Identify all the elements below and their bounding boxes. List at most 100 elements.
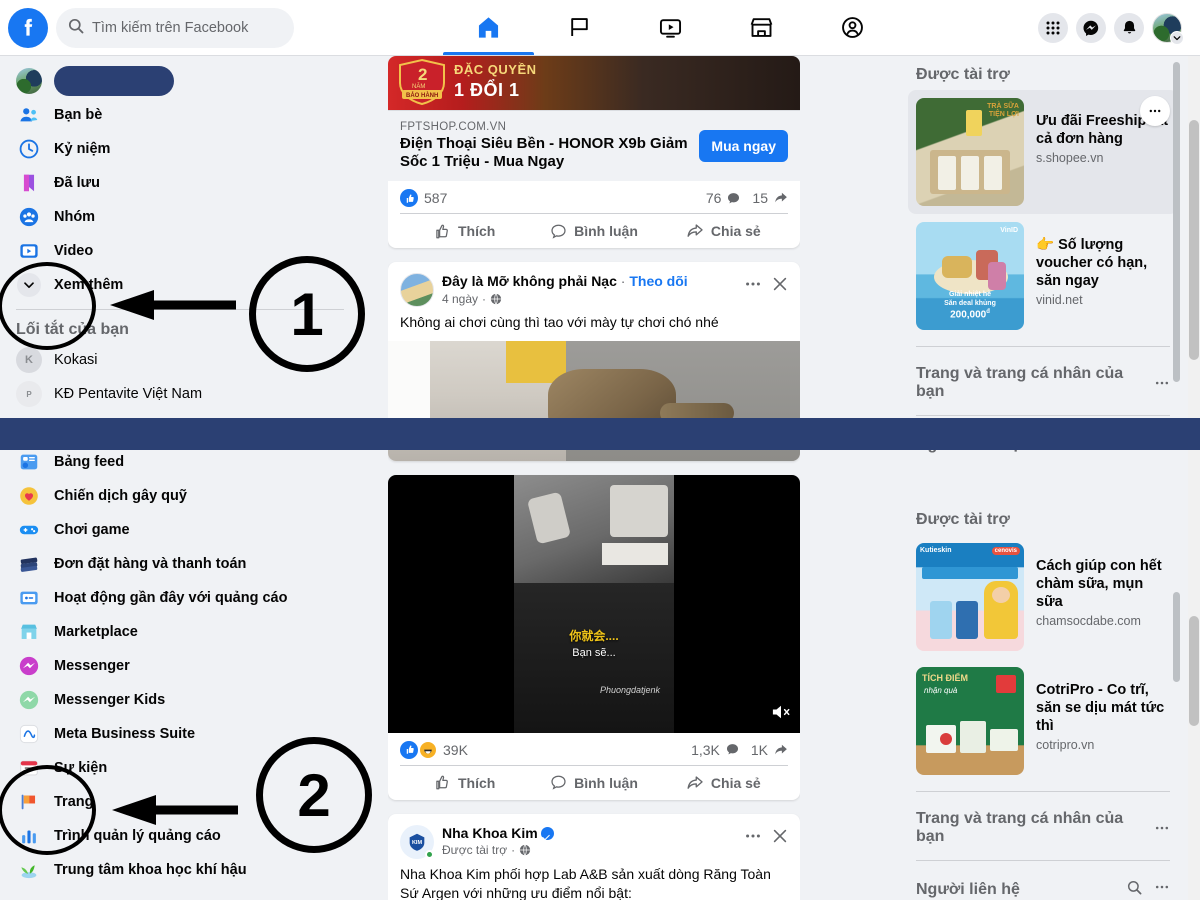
sidebar-label: Xem thêm: [54, 277, 124, 293]
sidebar-item-pages[interactable]: Trang: [8, 785, 352, 819]
bell-icon[interactable]: [1114, 12, 1144, 43]
sidebar-item-friends[interactable]: Bạn bè: [8, 98, 352, 132]
sidebar-item-climate-science-center[interactable]: Trung tâm khoa học khí hậu: [8, 853, 352, 887]
comment-count[interactable]: 1,3K: [691, 742, 720, 758]
browser-scrollbar-track[interactable]: [1188, 56, 1200, 900]
ellipsis-icon[interactable]: [1154, 879, 1170, 900]
right-sidebar-scrollbar[interactable]: [1173, 62, 1180, 382]
sidebar-item-groups[interactable]: Nhóm: [8, 200, 352, 234]
sidebar-item-see-more[interactable]: Xem thêm: [8, 268, 352, 302]
sidebar-item-ad-activity[interactable]: Hoạt động gần đây với quảng cáo: [8, 581, 352, 615]
comment-button[interactable]: Bình luận: [529, 214, 658, 248]
share-count[interactable]: 1K: [751, 742, 768, 758]
sidebar-ad-chamsocdabe[interactable]: Kutieskin cenovis Cách giúp con hết chàm…: [908, 535, 1178, 659]
sidebar-item-meta-business-suite[interactable]: Meta Business Suite: [8, 717, 352, 751]
reaction-summary[interactable]: 39K: [400, 740, 468, 759]
sidebar-label: Đã lưu: [54, 175, 100, 191]
ellipsis-icon[interactable]: [744, 827, 762, 849]
sidebar-shortcut-pentavite[interactable]: P KĐ Pentavite Việt Nam: [8, 377, 352, 411]
globe-icon: [490, 293, 502, 304]
sidebar-ad-cotripro[interactable]: TÍCH ĐIỂM nhận quà CotriPro - Co trĩ, să…: [908, 659, 1178, 783]
messenger-icon[interactable]: [1076, 12, 1106, 43]
sidebar-label: Hoạt động gần đây với quảng cáo: [54, 590, 288, 606]
sidebar-item-games[interactable]: Chơi game: [8, 513, 352, 547]
author-avatar[interactable]: [400, 273, 434, 307]
ellipsis-icon[interactable]: [1154, 375, 1170, 391]
mute-icon[interactable]: [770, 703, 792, 725]
ad-link-preview[interactable]: FPTSHOP.COM.VN Điện Thoại Siêu Bền - HON…: [388, 110, 800, 181]
video-caption-cn: 你就会....: [569, 628, 619, 643]
ellipsis-icon[interactable]: [744, 275, 762, 297]
ad-cta-button[interactable]: Mua ngay: [699, 130, 788, 162]
sidebar-item-saved[interactable]: Đã lưu: [8, 166, 352, 200]
sidebar-item-events[interactable]: Sự kiện: [8, 751, 352, 785]
sidebar-item-messenger-kids[interactable]: Messenger Kids: [8, 683, 352, 717]
reaction-summary[interactable]: 587: [400, 189, 447, 207]
avatar[interactable]: [1152, 12, 1184, 45]
video-frame: 你就会.... Bạn sẽ... Phuongdatjenk: [514, 474, 674, 733]
author-name[interactable]: Đây là Mỡ không phải Nạc: [442, 273, 617, 289]
follow-link[interactable]: Theo dõi: [629, 273, 687, 289]
comment-button[interactable]: Bình luận: [529, 766, 658, 800]
share-arrow-icon: [775, 192, 787, 203]
like-button[interactable]: Thích: [400, 214, 529, 248]
sidebar-item-video[interactable]: Video: [8, 234, 352, 268]
groups-icon: [16, 204, 42, 230]
share-button[interactable]: Chia sẻ: [659, 214, 788, 248]
tab-video[interactable]: [625, 0, 716, 55]
contacts-header-text: Người liên hệ: [916, 880, 1020, 898]
sidebar-item-orders[interactable]: Đơn đặt hàng và thanh toán: [8, 547, 352, 581]
sponsored-post-fptshop: 2 NĂM BẢO HÀNH ĐẶC QUYỀN 1 ĐỔI 1 FPTSHOP…: [388, 56, 800, 248]
browser-scrollbar-thumb-lower[interactable]: [1189, 616, 1199, 726]
share-arrow-icon: [775, 744, 787, 755]
tab-groups[interactable]: [807, 0, 898, 55]
ellipsis-icon[interactable]: [1140, 96, 1170, 126]
sidebar-item-profile[interactable]: [8, 64, 352, 98]
ad-title: CotriPro - Co trĩ, săn se dịu mát tức th…: [1036, 682, 1165, 735]
search-icon[interactable]: [1127, 880, 1142, 900]
bar-chart-icon: [16, 823, 42, 849]
post-header-actions: [744, 273, 788, 297]
sidebar-label: Trung tâm khoa học khí hậu: [54, 862, 247, 878]
topbar-left: Tìm kiếm trên Facebook: [0, 7, 340, 48]
author-name[interactable]: Nha Khoa Kim: [442, 825, 538, 841]
svg-text:2: 2: [418, 65, 427, 84]
ad-activity-icon: [16, 585, 42, 611]
grid-icon[interactable]: [1038, 12, 1068, 43]
pages-flag-icon: [16, 789, 42, 815]
tab-home[interactable]: [442, 0, 534, 55]
share-count[interactable]: 15: [752, 190, 768, 206]
tab-marketplace[interactable]: [716, 0, 807, 55]
facebook-logo-icon[interactable]: [8, 7, 48, 48]
browser-scrollbar-thumb[interactable]: [1189, 120, 1199, 360]
reaction-count: 587: [424, 190, 448, 206]
ad-title: Điện Thoại Siêu Bền - HONOR X9b Giảm Sốc…: [400, 135, 688, 170]
ellipsis-icon[interactable]: [1154, 820, 1170, 836]
search-input[interactable]: Tìm kiếm trên Facebook: [56, 7, 294, 48]
sidebar-label: KĐ Pentavite Việt Nam: [54, 386, 203, 402]
sidebar-item-feed[interactable]: Bảng feed: [8, 445, 352, 479]
sidebar-item-ads-manager[interactable]: Trình quản lý quảng cáo: [8, 819, 352, 853]
sidebar-item-memories[interactable]: Kỷ niệm: [8, 132, 352, 166]
right-sidebar-scrollbar-lower[interactable]: [1173, 592, 1180, 682]
sidebar-shortcut-kokasi[interactable]: K Kokasi: [8, 343, 352, 377]
close-icon[interactable]: [772, 828, 788, 848]
tab-pages[interactable]: [534, 0, 625, 55]
sidebar-item-marketplace[interactable]: Marketplace: [8, 615, 352, 649]
comment-count[interactable]: 76: [706, 190, 722, 206]
close-icon[interactable]: [772, 276, 788, 296]
sidebar-item-fundraiser[interactable]: Chiến dịch gây quỹ: [8, 479, 352, 513]
sidebar-item-messenger[interactable]: Messenger: [8, 649, 352, 683]
post-video-player[interactable]: 你就会.... Bạn sẽ... Phuongdatjenk: [388, 474, 800, 733]
topbar-center: [340, 0, 1000, 55]
chevron-down-icon: [1170, 30, 1184, 45]
post-time[interactable]: 4 ngày: [442, 292, 478, 306]
share-button[interactable]: Chia sẻ: [659, 766, 788, 800]
sidebar-ad-vinid[interactable]: Giải nhiệt hè Săn deal khủng 200,000đ Vin…: [908, 214, 1178, 338]
engagement-row: 39K 1,3K 1K: [388, 733, 800, 765]
ad-banner-image[interactable]: 2 NĂM BẢO HÀNH ĐẶC QUYỀN 1 ĐỔI 1: [388, 56, 800, 110]
like-button[interactable]: Thích: [400, 766, 529, 800]
sidebar-ad-shopee[interactable]: TRÀ SỮA TIỆN LỢI Ưu đãi Freeship tất cả đ…: [908, 90, 1178, 214]
search-icon: [68, 18, 84, 38]
comment-share-counts: 76 15: [706, 190, 788, 206]
